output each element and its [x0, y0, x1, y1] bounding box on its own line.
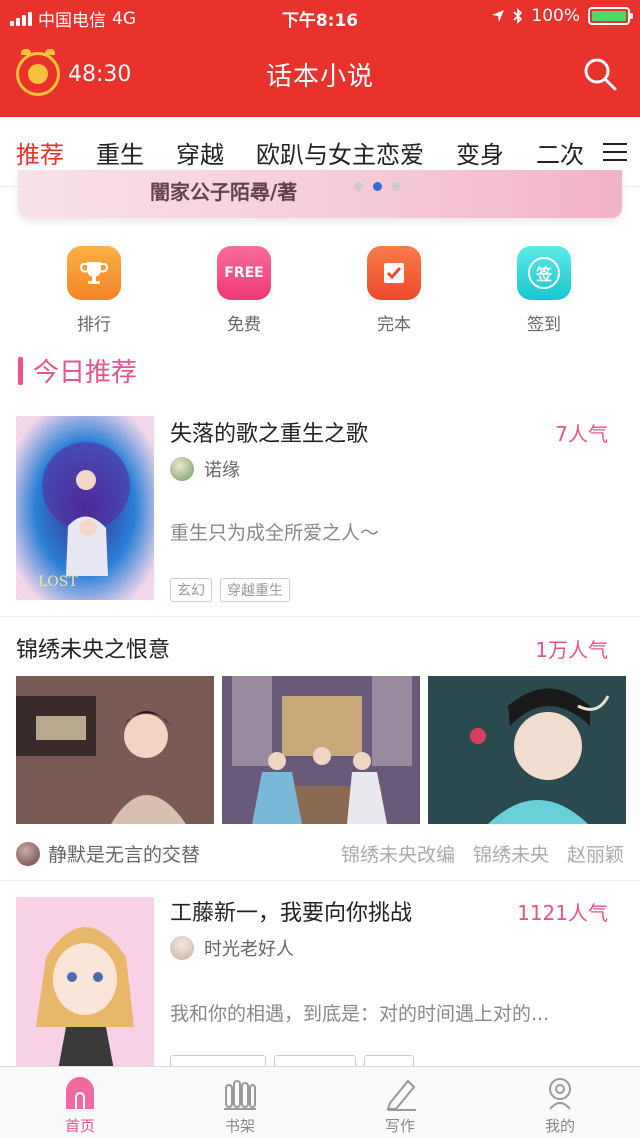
checkin-label: 签到	[527, 315, 561, 335]
tab-time-travel[interactable]: 穿越	[176, 135, 224, 170]
tag-label[interactable]	[274, 1055, 356, 1066]
ranking-label: 排行	[77, 315, 111, 335]
bluetooth-icon	[513, 8, 523, 24]
book-image	[222, 676, 420, 824]
author-avatar	[170, 457, 194, 481]
book-image	[428, 676, 626, 824]
profile-icon	[542, 1075, 578, 1111]
author-avatar	[16, 841, 40, 866]
quick-entries: 排行 FREE 免费 完本 签 签到	[0, 246, 640, 346]
tag-label[interactable]: 穿越重生	[220, 578, 290, 602]
tab-transform[interactable]: 变身	[456, 135, 504, 170]
tab-recommend[interactable]: 推荐	[16, 135, 64, 186]
book-item[interactable]: LOST 失落的歌之重生之歌 7人气 诺缘 重生只为成全所爱之人～ 玄幻 穿越重…	[0, 406, 640, 616]
free-entry[interactable]: FREE 免费	[204, 246, 284, 335]
nav-write[interactable]: 写作	[360, 1075, 440, 1136]
free-label: 免费	[227, 315, 261, 335]
nav-write-label: 写作	[384, 1117, 415, 1135]
tab-rebirth[interactable]: 重生	[96, 135, 144, 170]
battery-percent: 100%	[531, 6, 580, 26]
nav-home[interactable]: 首页	[40, 1075, 120, 1136]
book-item[interactable]: 工藤新一，我要向你挑战 1121人气 时光老好人 我和你的相遇，到底是：对的时间…	[0, 881, 640, 1066]
book-author[interactable]: 诺缘	[170, 456, 240, 482]
author-avatar	[170, 936, 194, 960]
checkbook-icon	[367, 246, 421, 300]
nav-profile[interactable]: 我的	[520, 1075, 600, 1136]
svg-text:LOST: LOST	[38, 574, 78, 590]
top-bar: 中国电信 4G 下午8:16 100% 48:30 话本小说	[0, 0, 640, 117]
ranking-entry[interactable]: 排行	[54, 246, 134, 335]
checkin-badge: 签	[528, 257, 560, 289]
checkin-entry[interactable]: 签 签到	[504, 246, 584, 335]
divider	[0, 616, 640, 617]
app-header: 48:30 话本小说	[0, 34, 640, 117]
carousel-dots	[354, 182, 401, 191]
nav-bookshelf-label: 书架	[224, 1117, 255, 1135]
search-icon[interactable]	[582, 56, 618, 92]
nav-bookshelf[interactable]: 书架	[200, 1075, 280, 1136]
sign-icon: 签	[517, 246, 571, 300]
tag-label[interactable]: 赵丽颖	[567, 840, 624, 867]
completed-entry[interactable]: 完本	[354, 246, 434, 335]
tag-label[interactable]: 玄幻	[170, 578, 212, 602]
book-cover	[16, 897, 154, 1066]
book-tags	[170, 1055, 414, 1066]
book-title: 工藤新一，我要向你挑战	[170, 901, 413, 926]
tag-label[interactable]	[364, 1055, 414, 1066]
nav-home-label: 首页	[64, 1117, 95, 1135]
battery-icon	[588, 7, 633, 25]
section-title: 今日推荐	[18, 352, 137, 389]
status-bar: 中国电信 4G 下午8:16 100%	[0, 0, 640, 34]
tab-anime[interactable]: 二次	[536, 135, 584, 170]
author-name: 时光老好人	[204, 939, 294, 960]
book-popularity: 1万人气	[535, 638, 608, 662]
book-image	[16, 676, 214, 824]
location-icon	[492, 10, 505, 22]
tag-label[interactable]: 锦绣未央	[473, 840, 549, 867]
app-title: 话本小说	[265, 62, 374, 92]
book-popularity: 7人气	[555, 422, 608, 446]
bottom-nav: 首页 书架 写作 我的	[0, 1066, 640, 1138]
author-name: 诺缘	[204, 460, 240, 481]
nav-profile-label: 我的	[544, 1117, 575, 1135]
book-footer: 静默是无言的交替 锦绣未央改编 锦绣未央 赵丽颖	[16, 840, 624, 867]
section-title-text: 今日推荐	[33, 358, 138, 388]
trophy-icon	[67, 246, 121, 300]
book-title: 失落的歌之重生之歌	[170, 422, 369, 447]
book-images[interactable]	[16, 676, 626, 824]
bookshelf-icon	[222, 1075, 258, 1111]
book-description: 我和你的相遇，到底是：对的时间遇上对的...	[170, 1003, 550, 1025]
completed-label: 完本	[377, 315, 411, 335]
tab-romance[interactable]: 欧趴与女主恋爱	[256, 135, 424, 170]
tag-label[interactable]: 锦绣未央改编	[341, 840, 455, 867]
book-title[interactable]: 锦绣未央之恨意	[16, 632, 170, 664]
book-author[interactable]: 静默是无言的交替	[16, 840, 200, 867]
book-cover: LOST	[16, 416, 154, 600]
banner-carousel[interactable]: 闇家公子陌尋/著	[18, 170, 622, 218]
book-description: 重生只为成全所爱之人～	[170, 522, 380, 544]
free-tag-icon: FREE	[217, 246, 271, 300]
pen-icon	[382, 1075, 418, 1111]
banner-text: 闇家公子陌尋/著	[150, 180, 298, 204]
home-icon	[62, 1075, 98, 1111]
author-name: 静默是无言的交替	[48, 844, 201, 866]
book-popularity: 1121人气	[517, 901, 608, 925]
book-author[interactable]: 时光老好人	[170, 935, 294, 961]
tag-label[interactable]	[170, 1055, 266, 1066]
free-badge: FREE	[224, 265, 264, 281]
book-tags: 玄幻 穿越重生	[170, 578, 290, 602]
